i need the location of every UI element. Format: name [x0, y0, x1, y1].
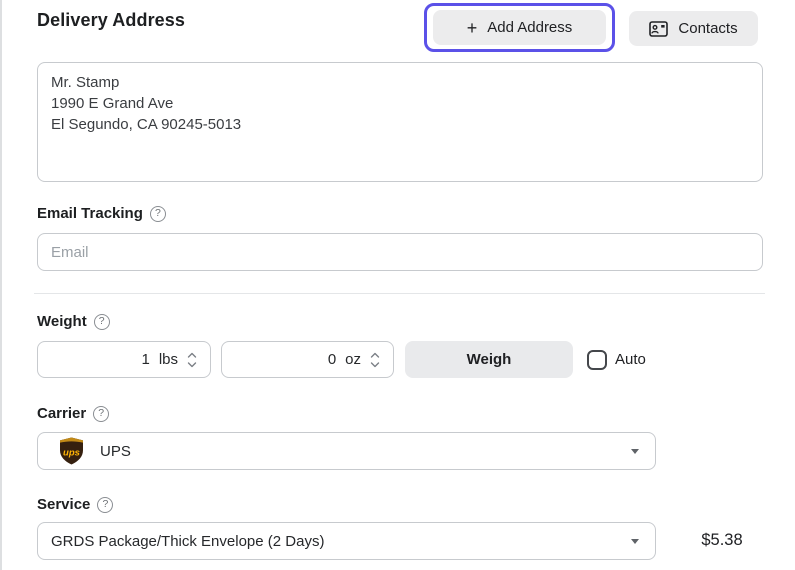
auto-weight-checkbox[interactable] [587, 350, 607, 370]
add-address-button-label: Add Address [487, 19, 572, 36]
question-circle-icon[interactable]: ? [150, 206, 166, 222]
weight-oz-input[interactable]: 0 oz [221, 341, 394, 378]
weight-oz-unit: oz [345, 351, 361, 368]
add-address-focus-outline: + Add Address [424, 3, 615, 52]
weigh-button[interactable]: Weigh [405, 341, 573, 378]
weight-label: Weight ? [37, 313, 110, 330]
svg-text:ups: ups [63, 448, 80, 459]
question-circle-icon[interactable]: ? [93, 406, 109, 422]
auto-checkbox-label[interactable]: Auto [615, 351, 646, 368]
service-select[interactable]: GRDS Package/Thick Envelope (2 Days) [37, 522, 656, 560]
plus-icon: + [467, 19, 478, 37]
up-down-chevrons-icon[interactable] [187, 352, 197, 368]
caret-down-icon [631, 449, 639, 454]
question-circle-icon[interactable]: ? [94, 314, 110, 330]
email-tracking-label: Email Tracking ? [37, 205, 166, 222]
service-selected-value: GRDS Package/Thick Envelope (2 Days) [51, 533, 324, 550]
contact-card-icon [649, 21, 668, 37]
ups-shield-logo: ups [59, 437, 84, 465]
question-circle-icon[interactable]: ? [97, 497, 113, 513]
caret-down-icon [631, 539, 639, 544]
weight-label-text: Weight [37, 313, 87, 330]
service-label-text: Service [37, 496, 90, 513]
carrier-label: Carrier ? [37, 405, 109, 422]
weight-oz-value: 0 [328, 351, 336, 368]
carrier-select[interactable]: ups UPS [37, 432, 656, 470]
service-price: $5.38 [682, 531, 762, 550]
email-tracking-label-text: Email Tracking [37, 205, 143, 222]
weight-lbs-input[interactable]: 1 lbs [37, 341, 211, 378]
page-title: Delivery Address [37, 10, 185, 31]
delivery-address-textarea[interactable]: Mr. Stamp 1990 E Grand Ave El Segundo, C… [37, 62, 763, 182]
weight-lbs-unit: lbs [159, 351, 178, 368]
carrier-selected-value: UPS [100, 443, 131, 460]
add-address-button[interactable]: + Add Address [433, 10, 606, 45]
shipping-form-panel: Delivery Address + Add Address Contacts … [0, 0, 795, 570]
weight-lbs-value: 1 [141, 351, 149, 368]
section-divider [34, 293, 765, 294]
contacts-button-label: Contacts [678, 20, 737, 37]
email-input[interactable] [37, 233, 763, 271]
carrier-label-text: Carrier [37, 405, 86, 422]
up-down-chevrons-icon[interactable] [370, 352, 380, 368]
service-label: Service ? [37, 496, 113, 513]
contacts-button[interactable]: Contacts [629, 11, 758, 46]
